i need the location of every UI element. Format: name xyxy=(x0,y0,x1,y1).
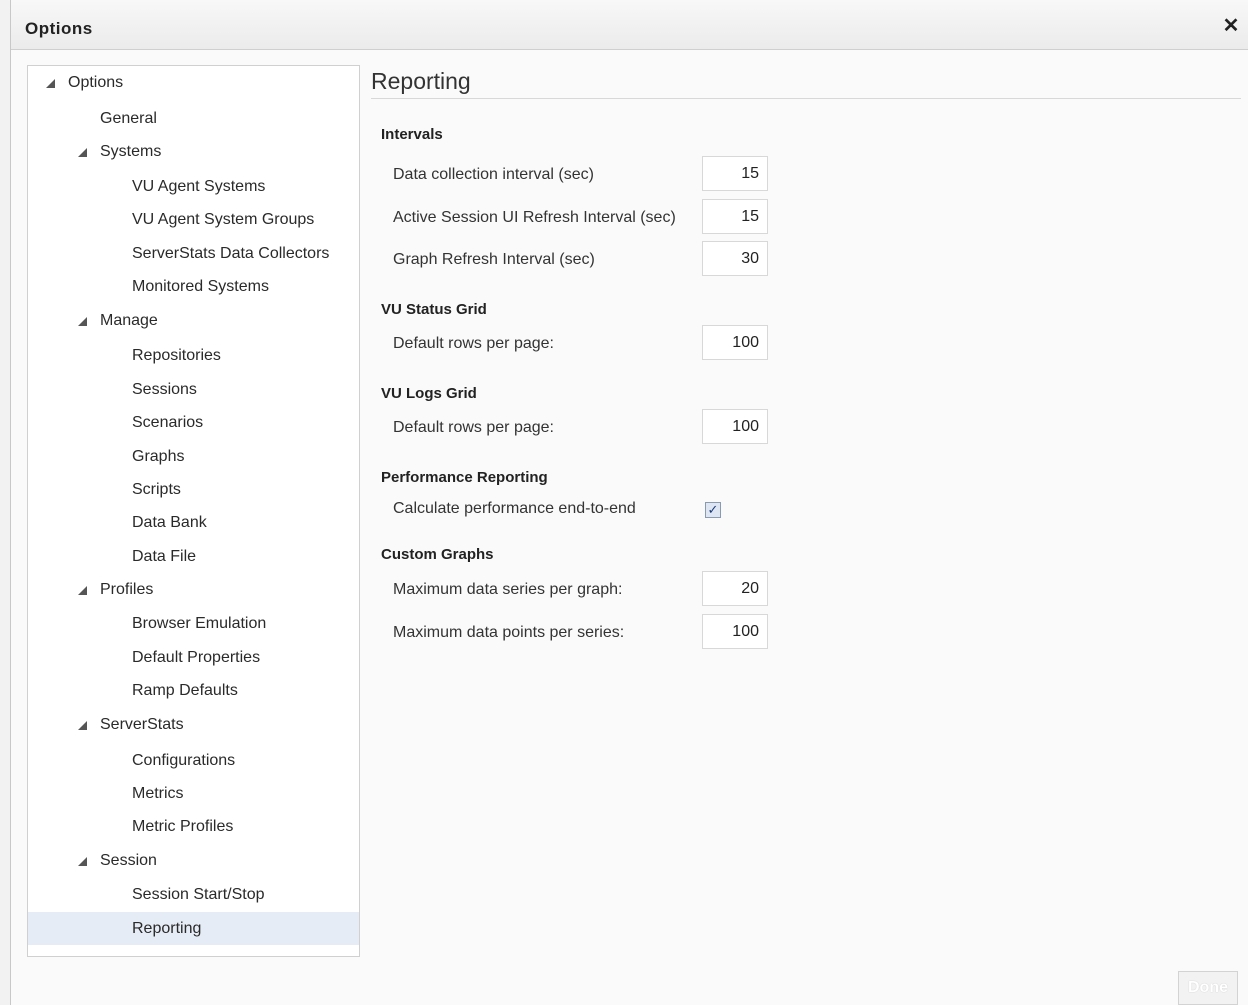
tree-node-systems[interactable]: Systems xyxy=(28,135,359,168)
expanded-triangle-icon[interactable] xyxy=(78,317,87,326)
tree-node-label: Configurations xyxy=(132,752,236,769)
tree-node-ramp-defaults[interactable]: Ramp Defaults xyxy=(28,674,359,707)
graph-refresh-interval-label: Graph Refresh Interval (sec) xyxy=(393,251,595,268)
tree-node-label: Session Start/Stop xyxy=(132,886,265,903)
tree-node-label: Options xyxy=(68,74,124,91)
tree-node-label: VU Agent Systems xyxy=(132,178,266,195)
tree-node-label: VU Agent System Groups xyxy=(132,211,315,228)
tree-node-label: Metric Profiles xyxy=(132,818,234,835)
section-title-performance-reporting: Performance Reporting xyxy=(381,469,548,486)
tree-node-vu-agent-systems[interactable]: VU Agent Systems xyxy=(28,170,359,203)
section-title-custom-graphs: Custom Graphs xyxy=(381,546,494,563)
section-title-vu-logs-grid: VU Logs Grid xyxy=(381,385,477,402)
tree-node-options[interactable]: Options xyxy=(28,66,359,99)
tree-node-profiles[interactable]: Profiles xyxy=(28,573,359,606)
end-to-end-label: Calculate performance end-to-end xyxy=(393,500,636,517)
tree-node-label: Repositories xyxy=(132,347,221,364)
tree-node-label: General xyxy=(100,110,157,127)
active-session-refresh-input[interactable] xyxy=(702,199,768,234)
tree-node-label: Data Bank xyxy=(132,514,207,531)
expanded-triangle-icon[interactable] xyxy=(46,79,55,88)
tree-node-label: Monitored Systems xyxy=(132,278,269,295)
graph-refresh-interval-input[interactable] xyxy=(702,241,768,276)
tree-node-label: Session xyxy=(100,852,157,869)
tree-node-monitored-systems[interactable]: Monitored Systems xyxy=(28,270,359,303)
tree-node-serverstats-data-collectors[interactable]: ServerStats Data Collectors xyxy=(28,237,359,270)
heading-divider xyxy=(371,98,1241,99)
max-series-label: Maximum data series per graph: xyxy=(393,581,623,598)
tree-node-manage[interactable]: Manage xyxy=(28,304,359,337)
data-collection-interval-label: Data collection interval (sec) xyxy=(393,166,594,183)
max-series-input[interactable] xyxy=(702,571,768,606)
tree-node-serverstats[interactable]: ServerStats xyxy=(28,708,359,741)
tree-node-reporting[interactable]: Reporting xyxy=(28,912,359,945)
expanded-triangle-icon[interactable] xyxy=(78,857,87,866)
dialog-titlebar: Options ✕ xyxy=(11,0,1248,50)
tree-node-label: Sessions xyxy=(132,381,197,398)
expanded-triangle-icon[interactable] xyxy=(78,586,87,595)
options-tree: Options General Systems VU Agent Systems… xyxy=(27,65,360,957)
tree-node-label: Systems xyxy=(100,143,162,160)
close-icon[interactable]: ✕ xyxy=(1220,15,1242,37)
page-title: Reporting xyxy=(371,68,471,94)
tree-node-browser-emulation[interactable]: Browser Emulation xyxy=(28,607,359,640)
tree-node-metric-profiles[interactable]: Metric Profiles xyxy=(28,810,359,843)
tree-node-label: Reporting xyxy=(132,920,202,937)
tree-node-sessions[interactable]: Sessions xyxy=(28,373,359,406)
dialog-title: Options xyxy=(25,19,93,38)
tree-node-label: Graphs xyxy=(132,448,185,465)
tree-node-default-properties[interactable]: Default Properties xyxy=(28,641,359,674)
tree-node-metrics[interactable]: Metrics xyxy=(28,777,359,810)
tree-node-configurations[interactable]: Configurations xyxy=(28,744,359,777)
tree-node-scripts[interactable]: Scripts xyxy=(28,473,359,506)
tree-node-data-file[interactable]: Data File xyxy=(28,540,359,573)
tree-node-general[interactable]: General xyxy=(28,102,359,135)
tree-node-label: Manage xyxy=(100,312,158,329)
vu-status-rows-input[interactable] xyxy=(702,325,768,360)
tree-node-label: ServerStats Data Collectors xyxy=(132,245,330,262)
options-dialog: Options ✕ Options General Systems VU Age… xyxy=(10,0,1248,1005)
max-points-label: Maximum data points per series: xyxy=(393,624,625,641)
vu-status-rows-label: Default rows per page: xyxy=(393,335,554,352)
tree-node-session[interactable]: Session xyxy=(28,844,359,877)
section-title-vu-status-grid: VU Status Grid xyxy=(381,301,487,318)
tree-node-label: Data File xyxy=(132,548,197,565)
tree-node-label: Default Properties xyxy=(132,649,261,666)
end-to-end-checkbox[interactable]: ✓ xyxy=(705,502,721,518)
tree-node-label: Metrics xyxy=(132,785,184,802)
tree-node-label: Ramp Defaults xyxy=(132,682,238,699)
vu-logs-rows-label: Default rows per page: xyxy=(393,419,554,436)
max-points-input[interactable] xyxy=(702,614,768,649)
tree-node-repositories[interactable]: Repositories xyxy=(28,339,359,372)
tree-node-label: Scenarios xyxy=(132,414,204,431)
tree-node-label: Profiles xyxy=(100,581,154,598)
section-title-intervals: Intervals xyxy=(381,126,443,143)
tree-node-vu-agent-system-groups[interactable]: VU Agent System Groups xyxy=(28,203,359,236)
done-button[interactable]: Done xyxy=(1178,971,1238,1005)
expanded-triangle-icon[interactable] xyxy=(78,721,87,730)
tree-node-label: Browser Emulation xyxy=(132,615,267,632)
tree-node-label: Scripts xyxy=(132,481,181,498)
vu-logs-rows-input[interactable] xyxy=(702,409,768,444)
active-session-refresh-label: Active Session UI Refresh Interval (sec) xyxy=(393,209,676,226)
tree-node-graphs[interactable]: Graphs xyxy=(28,440,359,473)
tree-node-label: ServerStats xyxy=(100,716,184,733)
tree-node-data-bank[interactable]: Data Bank xyxy=(28,506,359,539)
expanded-triangle-icon[interactable] xyxy=(78,148,87,157)
data-collection-interval-input[interactable] xyxy=(702,156,768,191)
tree-node-session-start-stop[interactable]: Session Start/Stop xyxy=(28,878,359,911)
tree-node-scenarios[interactable]: Scenarios xyxy=(28,406,359,439)
